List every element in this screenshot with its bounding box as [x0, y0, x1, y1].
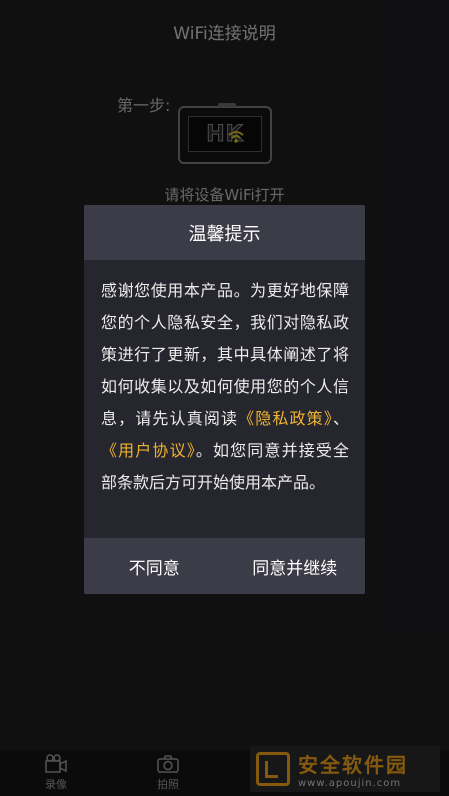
dialog-body: 感谢您使用本产品。为更好地保障您的个人隐私安全，我们对隐私政策进行了更新，其中具… [84, 260, 365, 538]
dialog-title: 温馨提示 [188, 223, 261, 245]
privacy-policy-link[interactable]: 《隐私政策》 [238, 409, 333, 428]
dialog-text-separator: 、 [332, 409, 349, 428]
dialog-header: 温馨提示 [84, 205, 365, 260]
dialog-text-before: 感谢您使用本产品。为更好地保障您的个人隐私安全，我们对隐私政策进行了更新，其中具… [101, 281, 349, 428]
user-agreement-link[interactable]: 《用户协议》 [101, 441, 196, 460]
agree-continue-button[interactable]: 同意并继续 [225, 538, 366, 594]
disagree-button[interactable]: 不同意 [84, 538, 225, 594]
dialog-actions: 不同意 同意并继续 [84, 538, 365, 594]
privacy-dialog: 温馨提示 感谢您使用本产品。为更好地保障您的个人隐私安全，我们对隐私政策进行了更… [84, 205, 365, 594]
